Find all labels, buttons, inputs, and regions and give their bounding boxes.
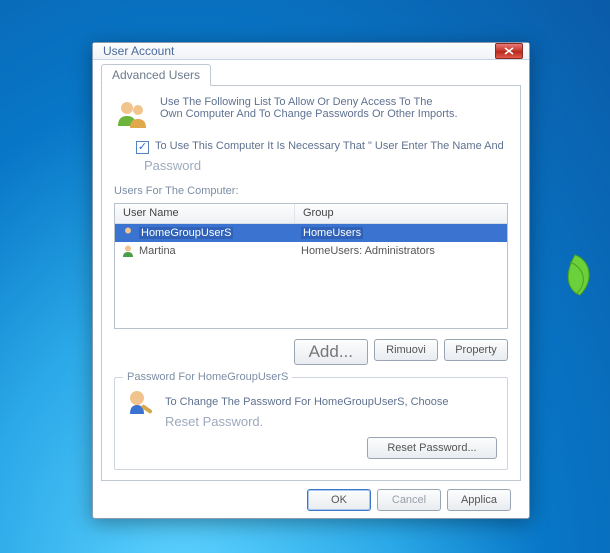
col-header-user[interactable]: User Name xyxy=(115,204,295,223)
intro-row: Use The Following List To Allow Or Deny … xyxy=(114,96,508,132)
intro-text: Use The Following List To Allow Or Deny … xyxy=(160,96,458,120)
users-list-caption: Users For The Computer: xyxy=(114,185,508,197)
col-header-group[interactable]: Group xyxy=(295,204,507,223)
require-login-checkbox[interactable]: ✓ xyxy=(136,141,149,154)
list-header: User Name Group xyxy=(115,204,507,224)
intro-line2: Own Computer And To Change Passwords Or … xyxy=(160,108,458,120)
client-area: Advanced Users Use The Following List To… xyxy=(93,60,529,525)
window-title: User Account xyxy=(103,44,495,58)
close-icon xyxy=(504,47,514,55)
cell-user: HomeGroupUserS xyxy=(139,227,233,239)
user-account-window: User Account Advanced Users xyxy=(92,42,530,519)
tab-advanced-users[interactable]: Advanced Users xyxy=(101,64,211,86)
list-row[interactable]: HomeGroupUserS HomeUsers xyxy=(115,224,507,242)
reset-password-line: Reset Password. xyxy=(165,414,497,429)
cell-user: Martina xyxy=(139,245,176,257)
list-rows: HomeGroupUserS HomeUsers Martina HomeUse… xyxy=(115,224,507,328)
property-button[interactable]: Property xyxy=(444,339,508,361)
tabpanel-advanced-users: Use The Following List To Allow Or Deny … xyxy=(101,85,521,481)
list-buttons: Add... Rimuovi Property xyxy=(114,339,508,365)
cancel-button[interactable]: Cancel xyxy=(377,489,441,511)
require-login-row: ✓ To Use This Computer It Is Necessary T… xyxy=(136,140,508,154)
password-groupbox: Password For HomeGroupUserS To Change Th… xyxy=(114,377,508,470)
close-button[interactable] xyxy=(495,43,523,59)
list-row[interactable]: Martina HomeUsers: Administrators xyxy=(115,242,507,260)
add-button[interactable]: Add... xyxy=(294,339,368,365)
remove-button[interactable]: Rimuovi xyxy=(374,339,438,361)
password-group-title: Password For HomeGroupUserS xyxy=(123,371,292,383)
reset-password-button[interactable]: Reset Password... xyxy=(367,437,497,459)
users-icon xyxy=(114,96,150,132)
user-icon xyxy=(121,244,135,258)
password-word: Password xyxy=(144,158,508,173)
dialog-buttons: OK Cancel Applica xyxy=(101,481,521,517)
user-icon xyxy=(121,226,135,240)
users-list[interactable]: User Name Group HomeGroupUserS HomeUsers xyxy=(114,203,508,329)
intro-line1: Use The Following List To Allow Or Deny … xyxy=(160,96,458,108)
key-icon xyxy=(125,386,157,418)
check-icon: ✓ xyxy=(138,142,147,153)
tabstrip: Advanced Users xyxy=(101,64,521,86)
require-login-label: To Use This Computer It Is Necessary Tha… xyxy=(155,140,504,152)
cell-group: HomeUsers xyxy=(301,227,363,239)
desktop-decoration xyxy=(550,250,600,300)
apply-button[interactable]: Applica xyxy=(447,489,511,511)
cell-group: HomeUsers: Administrators xyxy=(295,245,507,257)
ok-button[interactable]: OK xyxy=(307,489,371,511)
titlebar: User Account xyxy=(93,43,529,60)
password-line: To Change The Password For HomeGroupUser… xyxy=(165,396,449,408)
